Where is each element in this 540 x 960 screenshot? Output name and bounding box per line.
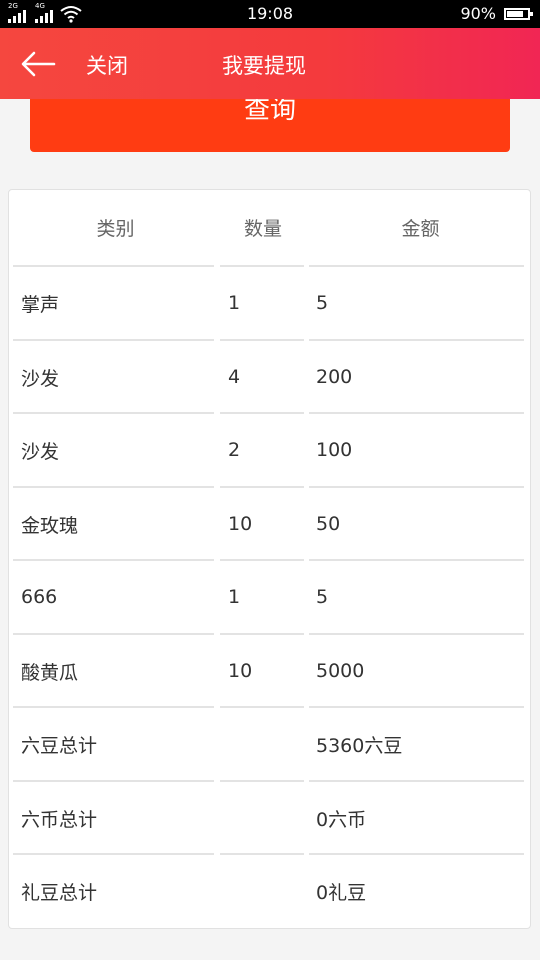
table-row: 沙发 4 200 xyxy=(13,340,528,414)
cell-amount: 5 xyxy=(316,292,329,314)
table-row: 掌声 1 5 xyxy=(13,266,528,340)
close-button[interactable]: 关闭 xyxy=(86,50,128,80)
cell-quantity: 10 xyxy=(228,660,253,682)
table-row: 酸黄瓜 10 5000 xyxy=(13,634,528,708)
cell-amount: 200 xyxy=(316,366,353,388)
table-row: 666 1 5 xyxy=(13,560,528,634)
cell-category: 沙发 xyxy=(21,440,60,463)
cell-category: 沙发 xyxy=(21,367,60,390)
column-header-amount: 金额 xyxy=(401,218,440,240)
cell-category: 六币总计 xyxy=(21,808,98,831)
cell-quantity xyxy=(228,854,308,928)
status-time: 19:08 xyxy=(246,4,294,23)
cell-quantity: 10 xyxy=(228,513,253,535)
table-row: 金玫瑰 10 50 xyxy=(13,487,528,561)
cell-category: 酸黄瓜 xyxy=(21,661,79,684)
status-bar: 2G 4G 19:08 90% xyxy=(0,0,540,28)
cell-category: 666 xyxy=(21,586,58,608)
cell-amount: 100 xyxy=(316,439,353,461)
column-header-category: 类别 xyxy=(96,218,135,240)
cell-quantity: 4 xyxy=(228,366,241,388)
table-header-row: 类别 数量 金额 xyxy=(13,190,528,265)
table-row: 六豆总计 5360六豆 xyxy=(13,707,528,781)
table-row: 礼豆总计 0礼豆 xyxy=(13,854,528,928)
cell-amount: 0礼豆 xyxy=(316,881,367,904)
cell-amount: 5 xyxy=(316,586,329,608)
battery-percent: 90% xyxy=(460,4,496,23)
cell-category: 掌声 xyxy=(21,293,60,316)
table-row: 沙发 2 100 xyxy=(13,413,528,487)
cell-amount: 50 xyxy=(316,513,341,535)
cell-quantity: 2 xyxy=(228,439,241,461)
cell-category: 礼豆总计 xyxy=(21,881,98,904)
cell-amount: 0六币 xyxy=(316,808,367,831)
page-title: 我要提现 xyxy=(222,54,306,78)
table-row: 六币总计 0六币 xyxy=(13,781,528,855)
cell-category: 六豆总计 xyxy=(21,734,98,757)
battery-fill xyxy=(507,10,523,17)
column-header-quantity: 数量 xyxy=(243,218,282,240)
withdraw-table: 类别 数量 金额 掌声 1 5 沙发 4 200 沙发 2 100 金玫瑰 10 50 666 1 5 酸黄瓜… xyxy=(8,189,531,929)
arrow-left-icon[interactable] xyxy=(18,48,58,80)
cell-quantity xyxy=(228,707,308,781)
cell-quantity: 1 xyxy=(228,586,241,608)
cell-amount: 5360六豆 xyxy=(316,734,403,757)
battery-icon xyxy=(504,7,533,20)
cell-category: 金玫瑰 xyxy=(21,514,79,537)
cell-quantity xyxy=(228,781,308,855)
cell-amount: 5000 xyxy=(316,660,365,682)
app-header: 关闭 我要提现 xyxy=(0,28,540,99)
status-bar-right: 90% xyxy=(460,4,533,23)
cell-quantity: 1 xyxy=(228,292,241,314)
